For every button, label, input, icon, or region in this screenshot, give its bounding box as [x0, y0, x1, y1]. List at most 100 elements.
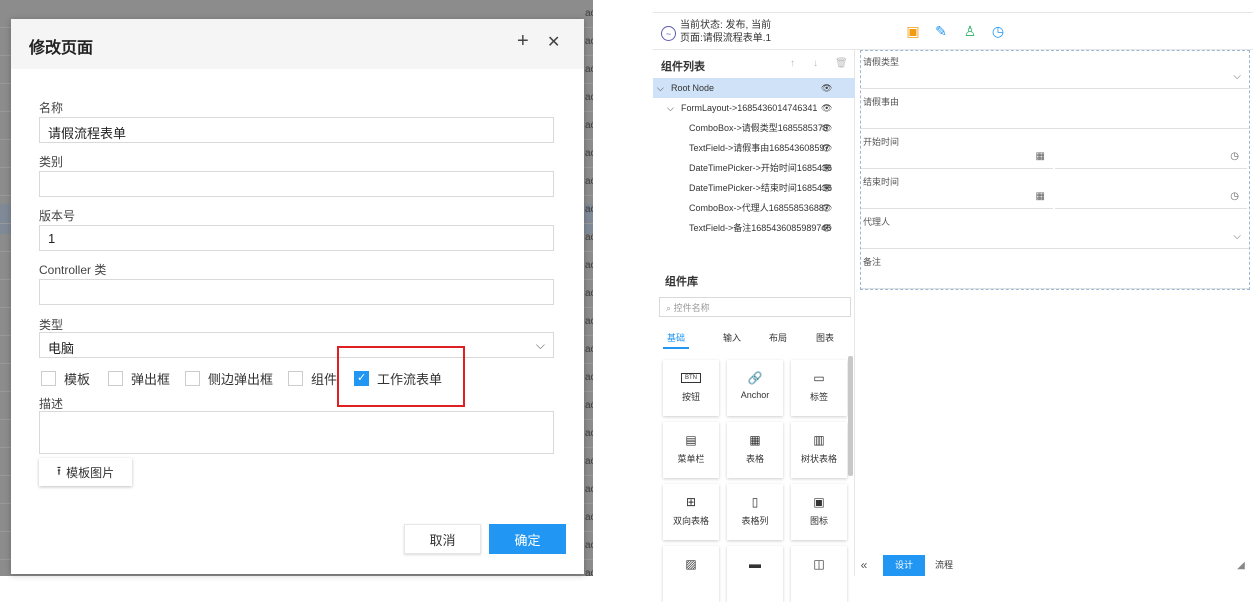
component-tile[interactable]: ▣ 图标	[791, 484, 847, 540]
document-clock-icon[interactable]: ◷	[990, 23, 1006, 39]
resize-handle-icon[interactable]: ◢	[1233, 555, 1249, 576]
component-tile[interactable]: ◫	[791, 546, 847, 602]
component-tile[interactable]: ▭ 标签	[791, 360, 847, 416]
tree-node-label: FormLayout->1685436014746341	[681, 103, 818, 113]
checkbox-component[interactable]: 组件	[288, 369, 337, 388]
checkbox-popup[interactable]: 弹出框	[108, 369, 170, 388]
tab-input[interactable]: 输入	[723, 331, 741, 344]
eye-icon[interactable]: 👁	[821, 98, 832, 118]
tree-node[interactable]: ComboBox->请假类型1685585378 👁	[653, 118, 855, 138]
select-field[interactable]: ⌵	[861, 227, 1249, 249]
component-tile[interactable]: ▥ 树状表格	[791, 422, 847, 478]
chevron-down-icon[interactable]: ⌵	[667, 98, 674, 118]
tab-layout[interactable]: 布局	[769, 331, 787, 344]
controller-label: Controller 类	[39, 263, 107, 277]
calendar-icon[interactable]: ▦	[1036, 191, 1045, 202]
chevron-down-icon[interactable]: ⌵	[1233, 231, 1241, 242]
checkbox-box[interactable]	[41, 371, 56, 386]
background-row-edge-text: ac	[585, 120, 593, 131]
component-tile-icon: ⊞	[685, 495, 697, 509]
component-tile[interactable]: ⊞ 双向表格	[663, 484, 719, 540]
tree-node[interactable]: DateTimePicker->结束时间1685436 👁	[653, 178, 855, 198]
tab-basic[interactable]: 基础	[667, 331, 685, 344]
calendar-icon[interactable]: ▦	[1036, 151, 1045, 162]
tree-node[interactable]: ⌵ FormLayout->1685436014746341 👁	[653, 98, 855, 118]
component-tile-label: 按钮	[681, 392, 700, 402]
eye-icon[interactable]: 👁	[821, 198, 832, 218]
component-tile-icon: ▬	[749, 557, 761, 571]
eye-icon[interactable]: 👁	[821, 218, 832, 238]
edit-icon[interactable]: ✎	[933, 23, 949, 39]
eye-icon[interactable]: 👁	[821, 178, 832, 198]
move-up-icon[interactable]: ↑	[790, 58, 795, 69]
checkbox-box[interactable]	[288, 371, 303, 386]
component-tile-label: 表格列	[741, 516, 769, 526]
controller-input[interactable]	[39, 279, 554, 305]
time-picker-field[interactable]: ◷	[1055, 147, 1247, 169]
date-picker-field[interactable]: ▦	[861, 147, 1053, 169]
form-canvas[interactable]: 请假类型 ⌵ 请假事由 开始时间 ▦ ◷ 结束时间 ▦ ◷ 代理人 ⌵ 备注	[860, 50, 1250, 290]
eye-icon[interactable]: 👁	[821, 118, 832, 138]
checkbox-template[interactable]: 模板	[41, 369, 90, 388]
component-tile[interactable]: ▯ 表格列	[727, 484, 783, 540]
tab-design[interactable]: 设计	[883, 555, 925, 576]
cancel-button[interactable]: 取消	[404, 524, 481, 554]
plus-icon[interactable]: +	[517, 31, 529, 51]
move-down-icon[interactable]: ↓	[813, 58, 818, 69]
tab-chart[interactable]: 图表	[816, 331, 834, 344]
text-field[interactable]	[861, 267, 1249, 289]
tree-node[interactable]: ComboBox->代理人168558536887 👁	[653, 198, 855, 218]
collapse-icon[interactable]: «	[857, 555, 871, 576]
library-scrollbar[interactable]	[848, 356, 853, 476]
tree-node[interactable]: TextField->备注1685436085989745 👁	[653, 218, 855, 238]
version-input[interactable]: 1	[39, 225, 554, 251]
name-input[interactable]: 请假流程表单	[39, 117, 554, 143]
tree-node-label: TextField->备注1685436085989745	[689, 223, 832, 233]
user-check-icon[interactable]: ♙	[962, 23, 978, 39]
eye-icon[interactable]: 👁	[821, 138, 832, 158]
select-field[interactable]: ⌵	[861, 67, 1249, 89]
component-tile-icon: ▯	[751, 495, 759, 509]
background-row-edge-text: ac	[585, 36, 593, 47]
tab-process[interactable]: 流程	[927, 555, 961, 576]
component-tile[interactable]: ▤ 菜单栏	[663, 422, 719, 478]
date-picker-field[interactable]: ▦	[861, 187, 1053, 209]
component-tile-icon: BTN	[681, 373, 701, 383]
component-tile[interactable]: ▨	[663, 546, 719, 602]
clock-icon[interactable]: ◷	[1230, 191, 1239, 202]
chevron-down-icon[interactable]: ⌵	[1233, 71, 1241, 82]
time-picker-field[interactable]: ◷	[1055, 187, 1247, 209]
checkbox-box[interactable]	[185, 371, 200, 386]
checkbox-box[interactable]	[108, 371, 123, 386]
component-search-input[interactable]: ⌕ 控件名称	[659, 297, 851, 317]
tree-node[interactable]: TextField->请假事由168543608597 👁	[653, 138, 855, 158]
type-label: 类型	[39, 318, 64, 332]
delete-icon[interactable]: 🗑	[835, 58, 848, 69]
background-row-edge-text: ac	[585, 8, 593, 19]
clock-icon[interactable]: ◷	[1230, 151, 1239, 162]
component-tile[interactable]: BTN 按钮	[663, 360, 719, 416]
tree-node[interactable]: DateTimePicker->开始时间1685436 👁	[653, 158, 855, 178]
upload-template-image-button[interactable]: ⭱ 模板图片	[39, 458, 132, 486]
confirm-button[interactable]: 确定	[489, 524, 566, 554]
checkbox-side-popup[interactable]: 侧边弹出框	[185, 369, 273, 388]
category-input[interactable]	[39, 171, 554, 197]
checkbox-label: 弹出框	[131, 372, 171, 387]
component-tile-label: 双向表格	[672, 516, 709, 526]
component-tile[interactable]: 🔗 Anchor	[727, 360, 783, 416]
eye-icon[interactable]: 👁	[821, 78, 832, 98]
tree-node[interactable]: ⌵ Root Node 👁	[653, 78, 855, 98]
type-select[interactable]: 电脑 ⌵	[39, 332, 554, 358]
close-icon[interactable]: ✕	[547, 33, 560, 53]
component-tile-icon: ▤	[685, 433, 697, 447]
description-textarea[interactable]	[39, 411, 554, 454]
component-tile[interactable]: ▦ 表格	[727, 422, 783, 478]
background-row-edge-text: ac	[585, 484, 593, 495]
modal-title: 修改页面	[29, 40, 94, 57]
background-row-edge-text: ac	[585, 316, 593, 327]
preview-icon[interactable]: ▣	[905, 23, 921, 39]
text-field[interactable]	[861, 107, 1249, 129]
component-tile[interactable]: ▬	[727, 546, 783, 602]
eye-icon[interactable]: 👁	[821, 158, 832, 178]
chevron-down-icon[interactable]: ⌵	[657, 78, 664, 98]
